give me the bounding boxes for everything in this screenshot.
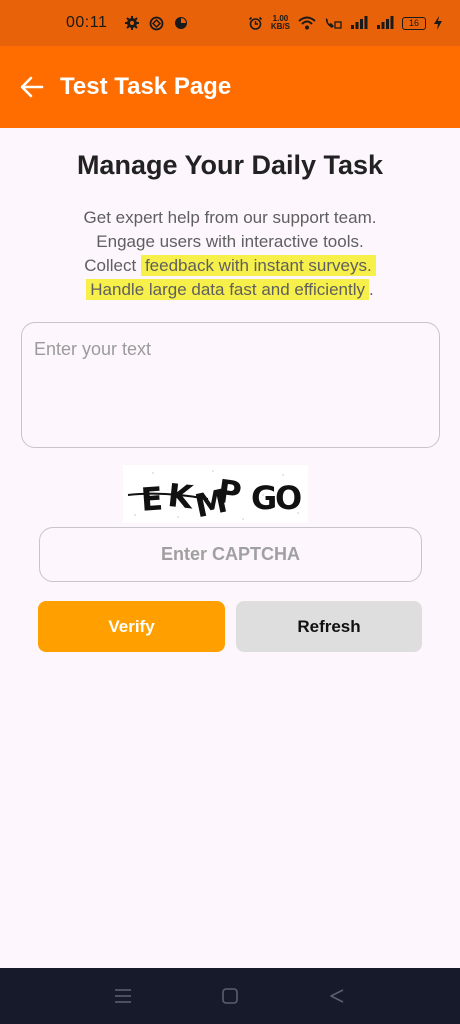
status-left-icons [125, 16, 188, 31]
recent-apps-button[interactable] [111, 984, 135, 1008]
home-button[interactable] [218, 984, 242, 1008]
status-right-icons: 1.00 KB/S 16 [248, 15, 442, 31]
highlighted-text: feedback with instant surveys. [140, 255, 376, 276]
pie-app-icon [175, 17, 188, 29]
description-line-2: Engage users with interactive tools. [96, 232, 364, 251]
battery-level: 16 [402, 16, 426, 30]
alarm-icon [248, 16, 262, 30]
back-button[interactable] [18, 73, 46, 101]
network-speed-unit: KB/S [270, 22, 290, 31]
status-bar: 00:11 1.00 KB/S 16 [0, 0, 460, 46]
app-bar: Test Task Page [0, 46, 460, 128]
status-time: 00:11 [66, 14, 108, 31]
signal-sim1-icon [351, 16, 368, 29]
back-triangle-icon [329, 989, 343, 1003]
task-text-input[interactable] [21, 322, 440, 448]
settings-gear-icon [125, 16, 140, 30]
chatgpt-app-icon [149, 16, 164, 30]
captcha-image: E K M P G O [123, 465, 308, 523]
wifi-icon [298, 16, 316, 30]
captcha-char-1: E [140, 479, 164, 518]
captcha-char-5: G [251, 479, 277, 517]
highlighted-text: Handle large data fast and efficiently [86, 279, 369, 300]
captcha-char-6: O [275, 479, 302, 517]
arrow-left-icon [20, 76, 44, 98]
description-line-4-end: . [368, 280, 374, 299]
menu-lines-icon [115, 989, 132, 1003]
page-title: Test Task Page [60, 73, 232, 100]
description-line-3-text: Collect [84, 256, 141, 275]
description-line-3: Collect feedback with instant surveys. [0, 254, 460, 278]
home-square-icon [222, 988, 238, 1004]
description-line-1: Get expert help from our support team. [83, 208, 377, 227]
back-nav-button[interactable] [325, 984, 349, 1008]
network-speed: 1.00 KB/S [271, 15, 290, 31]
captcha-input[interactable] [39, 527, 422, 582]
charging-bolt-icon [434, 16, 442, 30]
refresh-button[interactable]: Refresh [236, 601, 422, 652]
description: Get expert help from our support team. E… [0, 206, 460, 302]
volte-call-icon [325, 18, 342, 29]
main-heading: Manage Your Daily Task [76, 150, 384, 180]
signal-sim2-icon [377, 16, 394, 29]
system-nav-bar [0, 968, 460, 1024]
description-line-4: Handle large data fast and efficiently. [0, 278, 460, 302]
verify-button[interactable]: Verify [38, 601, 225, 652]
